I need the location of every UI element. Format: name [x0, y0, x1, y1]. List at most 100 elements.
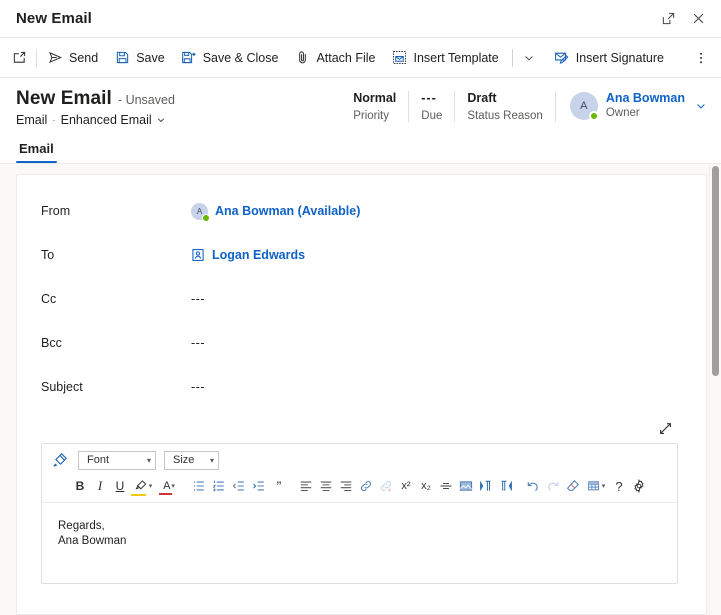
form-selector[interactable]: Enhanced Email [61, 113, 166, 127]
form-scrollbar-thumb[interactable] [712, 166, 719, 376]
underline-icon: U [115, 479, 125, 493]
close-icon[interactable] [683, 4, 713, 34]
status-reason-value: Draft [467, 91, 497, 105]
tab-email[interactable]: Email [16, 142, 57, 163]
subject-value[interactable]: --- [191, 380, 205, 394]
to-contact-link[interactable]: Logan Edwards [212, 248, 305, 262]
presence-available-icon [588, 110, 599, 121]
owner-chevron-down-icon[interactable] [695, 100, 707, 112]
from-label: From [41, 204, 71, 218]
send-button[interactable]: Send [39, 43, 106, 73]
priority-label: Priority [353, 110, 389, 122]
rich-text-editor: Font ▾ Size ▾ B I U ▾ A ▾ ” x² x₂ ▾ ? Re… [41, 443, 678, 584]
header-field-due[interactable]: --- Due [409, 90, 454, 124]
remove-link-button[interactable] [376, 475, 396, 497]
align-center-button[interactable] [316, 475, 336, 497]
from-avatar: A [191, 202, 210, 222]
record-header-fields: Normal Priority --- Due Draft Status Rea… [341, 88, 707, 124]
field-row-cc: Cc --- [41, 277, 686, 321]
superscript-icon: x² [401, 480, 411, 492]
new-record-button[interactable] [4, 43, 34, 73]
superscript-button[interactable]: x² [396, 475, 416, 497]
insert-signature-label: Insert Signature [575, 50, 664, 65]
insert-image-button[interactable] [456, 475, 476, 497]
bcc-label: Bcc [41, 336, 62, 350]
redo-button[interactable] [543, 475, 563, 497]
save-button[interactable]: Save [106, 43, 173, 73]
window-title-bar: New Email [0, 0, 721, 38]
page-title: New Email [16, 88, 112, 109]
ltr-direction-button[interactable] [476, 475, 496, 497]
header-field-priority[interactable]: Normal Priority [341, 90, 408, 124]
field-row-subject: Subject --- [41, 365, 686, 409]
rtl-direction-button[interactable] [496, 475, 516, 497]
to-value[interactable]: Logan Edwards [191, 248, 305, 262]
more-commands-icon[interactable] [687, 43, 715, 73]
header-field-status-reason[interactable]: Draft Status Reason [455, 90, 554, 124]
bcc-value[interactable]: --- [191, 336, 205, 350]
header-field-owner[interactable]: A Ana Bowman Owner [556, 90, 707, 121]
field-row-from: From A Ana Bowman (Available) [41, 189, 686, 233]
clear-formatting-button[interactable] [563, 475, 583, 497]
command-divider [36, 48, 37, 67]
numbered-list-button[interactable] [209, 475, 229, 497]
font-size-select[interactable]: Size ▾ [164, 450, 219, 470]
form-scrollbar[interactable] [709, 164, 721, 615]
editor-toolbar-row-1: Font ▾ Size ▾ [50, 449, 671, 471]
bold-icon: B [75, 479, 85, 493]
italic-button[interactable]: I [90, 475, 110, 497]
align-left-button[interactable] [296, 475, 316, 497]
save-and-close-label: Save & Close [202, 50, 279, 65]
save-and-close-button[interactable]: Save & Close [173, 43, 287, 73]
pop-out-icon[interactable] [653, 4, 683, 34]
editor-toolbar-row-2: B I U ▾ A ▾ ” x² x₂ ▾ ? [50, 474, 671, 498]
insert-table-button[interactable]: ▾ [583, 475, 609, 497]
underline-button[interactable]: U [110, 475, 130, 497]
insert-signature-button[interactable]: Insert Signature [546, 43, 672, 73]
tab-email-label: Email [19, 141, 54, 156]
align-right-button[interactable] [336, 475, 356, 497]
email-body-editor[interactable]: Regards, Ana Bowman [42, 503, 677, 583]
cc-value[interactable]: --- [191, 292, 205, 306]
bullet-list-button[interactable] [189, 475, 209, 497]
font-color-swatch [159, 492, 172, 495]
font-family-select[interactable]: Font ▾ [78, 450, 156, 470]
decrease-indent-button[interactable] [229, 475, 249, 497]
highlight-color-button[interactable]: ▾ [130, 475, 156, 497]
font-color-icon: A [163, 480, 171, 492]
strikethrough-button[interactable] [436, 475, 456, 497]
attach-file-label: Attach File [316, 50, 376, 65]
insert-link-button[interactable] [356, 475, 376, 497]
insert-template-button[interactable]: Insert Template [384, 43, 507, 73]
from-value[interactable]: A Ana Bowman (Available) [191, 202, 360, 222]
attach-file-button[interactable]: Attach File [286, 43, 383, 73]
breadcrumb-separator: · [52, 114, 56, 126]
chevron-down-icon: ▾ [146, 455, 151, 465]
owner-text: Ana Bowman Owner [606, 90, 685, 121]
increase-indent-button[interactable] [249, 475, 269, 497]
expand-editor-button[interactable] [654, 417, 676, 439]
bold-button[interactable]: B [70, 475, 90, 497]
from-person-link[interactable]: Ana Bowman (Available) [215, 204, 360, 218]
tab-selected-underline [16, 161, 57, 163]
bcc-empty-value: --- [191, 336, 205, 350]
editor-toolbar: Font ▾ Size ▾ B I U ▾ A ▾ ” x² x₂ ▾ ? [42, 444, 677, 503]
insert-template-chevron-down-icon[interactable] [518, 43, 540, 73]
editor-expand-row [41, 409, 686, 443]
record-breadcrumb: Email · Enhanced Email [16, 113, 175, 127]
format-painter-icon[interactable] [50, 450, 70, 470]
send-label: Send [69, 50, 99, 65]
subscript-button[interactable]: x₂ [416, 475, 436, 497]
paperclip-icon [294, 50, 310, 66]
undo-button[interactable] [523, 475, 543, 497]
save-label: Save [136, 50, 165, 65]
record-header-left: New Email - Unsaved Email · Enhanced Ema… [16, 88, 175, 127]
form-tab-strip: Email [0, 130, 721, 164]
due-value: --- [421, 91, 437, 105]
font-color-button[interactable]: A ▾ [156, 475, 182, 497]
help-button[interactable]: ? [609, 475, 629, 497]
editor-settings-button[interactable] [629, 475, 649, 497]
blockquote-button[interactable]: ” [269, 475, 289, 497]
field-row-bcc: Bcc --- [41, 321, 686, 365]
chevron-down-icon: ▾ [148, 483, 153, 490]
